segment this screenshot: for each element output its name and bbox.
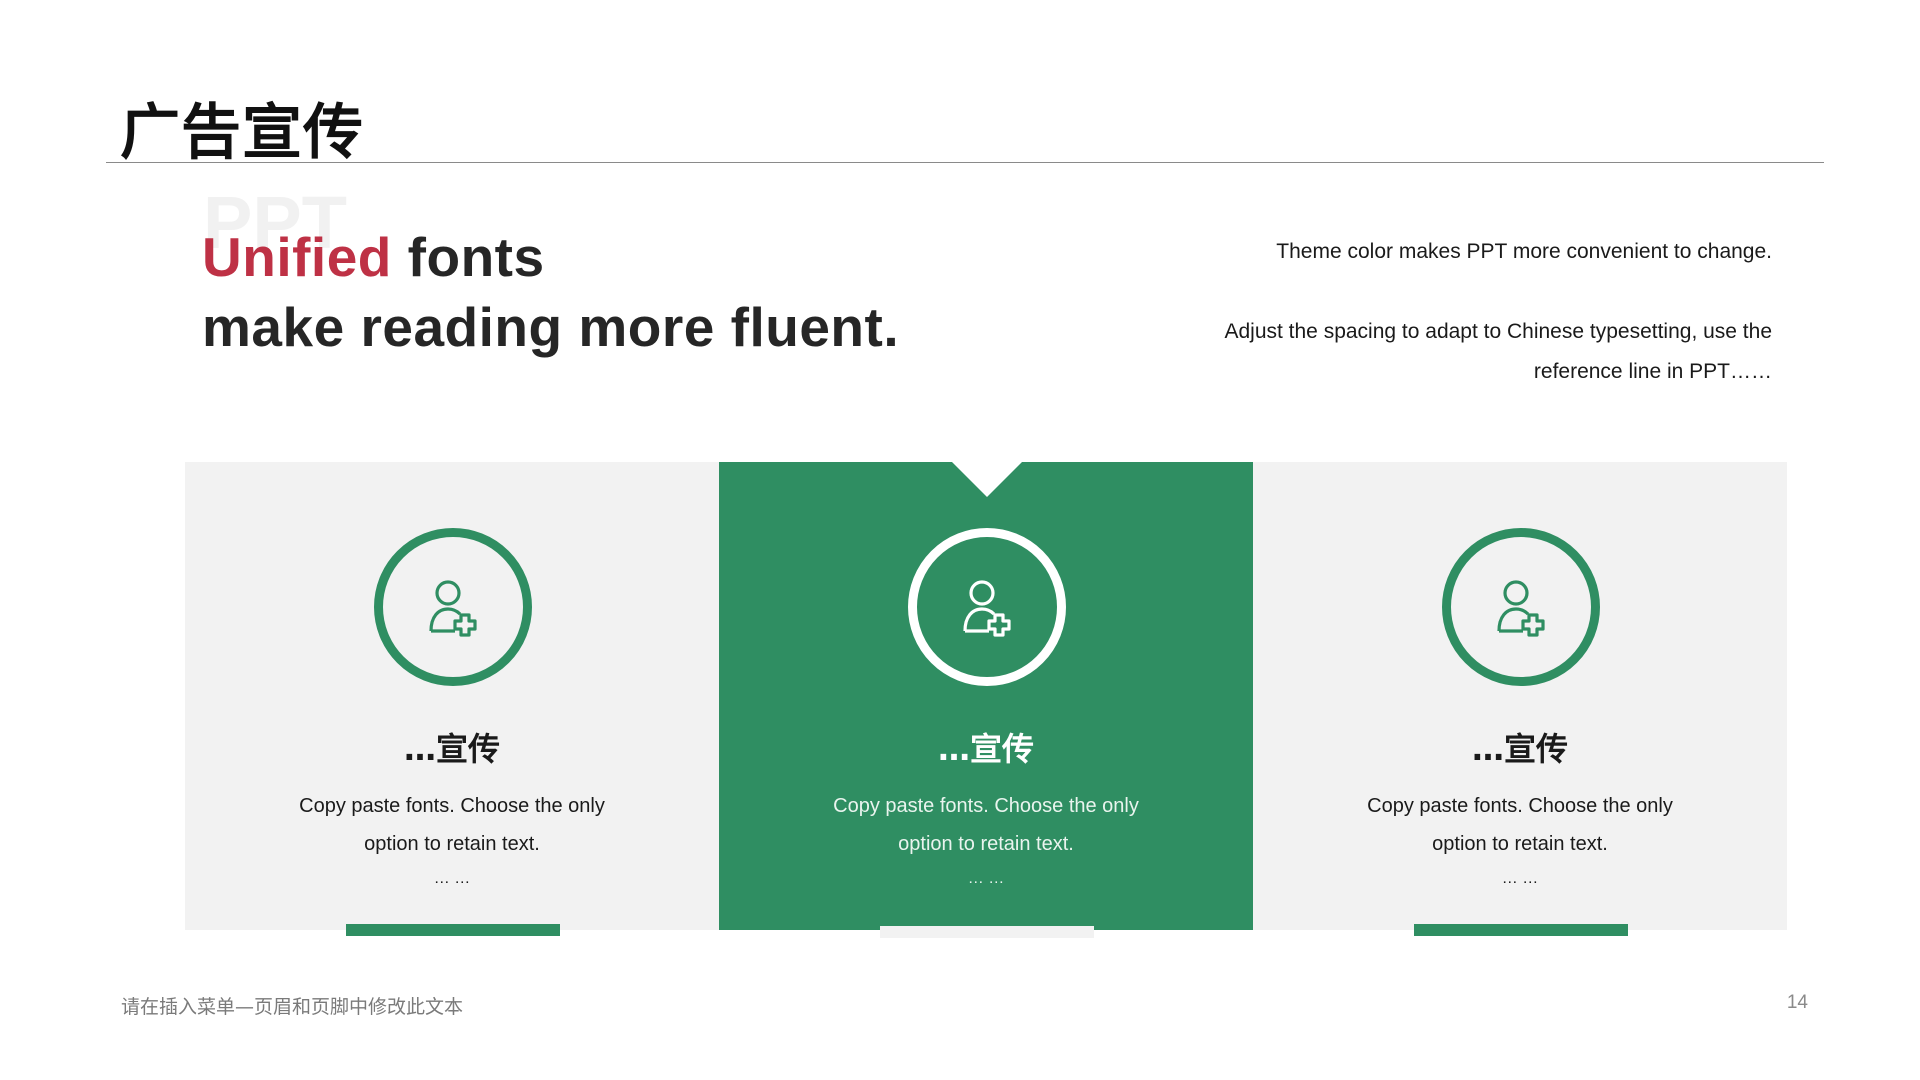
user-add-icon (963, 580, 1011, 637)
card-accent-bar (346, 924, 560, 936)
user-add-icon (429, 580, 477, 637)
headline-accent-word: Unified (202, 226, 392, 288)
page-title: 广告宣传 (120, 98, 364, 168)
side-text-line1: Theme color makes PPT more convenient to… (1276, 240, 1772, 263)
card-desc-line1: Copy paste fonts. Choose the only (299, 795, 605, 817)
headline-line1-rest: fonts (391, 226, 545, 288)
feature-cards: …宣传 Copy paste fonts. Choose the only op… (185, 462, 1787, 938)
card-title: …宣传 (1471, 730, 1568, 768)
title-divider (106, 162, 1824, 163)
footer-text: 请在插入菜单—页眉和页脚中修改此文本 (121, 996, 464, 1018)
card-desc-line1: Copy paste fonts. Choose the only (1367, 795, 1673, 817)
side-text-line3: reference line in PPT…… (1533, 360, 1772, 383)
side-text-block: Theme color makes PPT more convenient to… (1172, 232, 1772, 392)
card-description: Copy paste fonts. Choose the only option… (719, 787, 1253, 895)
card-desc-line2: option to retain text. (898, 833, 1074, 855)
card-notch (952, 462, 1022, 497)
card-description: Copy paste fonts. Choose the only option… (185, 787, 719, 895)
card-ellipsis: … … (1501, 870, 1539, 887)
icon-circle (908, 528, 1066, 686)
card-ellipsis: … … (433, 870, 471, 887)
card-desc-line1: Copy paste fonts. Choose the only (833, 795, 1139, 817)
card-description: Copy paste fonts. Choose the only option… (1253, 787, 1787, 895)
feature-card-2: …宣传 Copy paste fonts. Choose the only op… (719, 462, 1253, 938)
card-desc-line2: option to retain text. (364, 833, 540, 855)
card-title: …宣传 (403, 730, 500, 768)
card-desc-line2: option to retain text. (1432, 833, 1608, 855)
side-text-line2: Adjust the spacing to adapt to Chinese t… (1224, 320, 1772, 343)
icon-circle (1442, 528, 1600, 686)
icon-circle (374, 528, 532, 686)
headline-line2: make reading more fluent. (202, 296, 900, 358)
card-accent-bar (880, 926, 1094, 938)
feature-card-1: …宣传 Copy paste fonts. Choose the only op… (185, 462, 719, 936)
headline: Unified fonts make reading more fluent. (202, 222, 899, 362)
user-add-icon (1497, 580, 1545, 637)
card-ellipsis: … … (967, 870, 1005, 887)
card-accent-bar (1414, 924, 1628, 936)
card-title: …宣传 (937, 730, 1034, 768)
page-number: 14 (1786, 992, 1808, 1013)
feature-card-3: …宣传 Copy paste fonts. Choose the only op… (1253, 462, 1787, 936)
